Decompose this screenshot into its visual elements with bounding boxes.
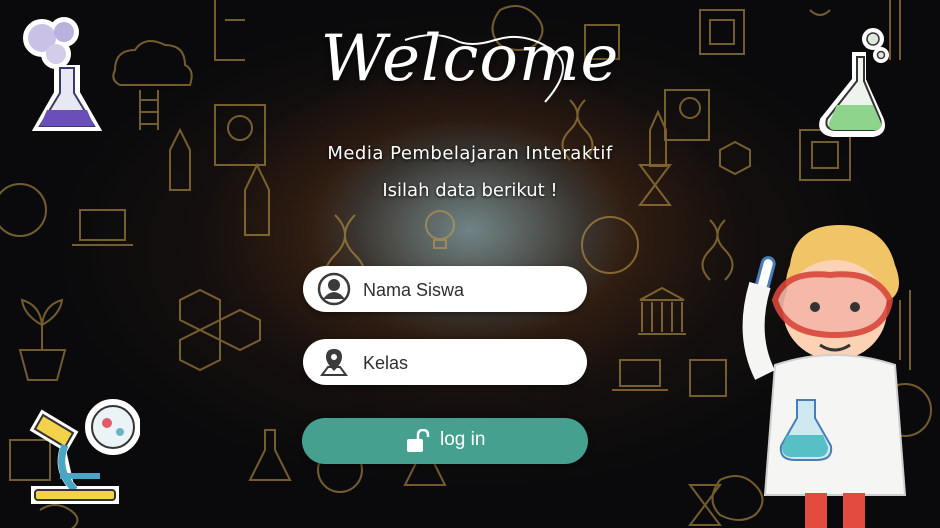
scientist-kid-cartoon [742,225,907,528]
form-instruction: Isilah data berikut ! [382,180,558,201]
student-name-field[interactable] [303,266,587,312]
login-screen: Welcome Media Pembelajaran Interaktif Is… [0,0,940,528]
welcome-title: Welcome [320,22,620,96]
class-field[interactable] [303,339,587,385]
login-button[interactable]: log in [302,418,588,464]
login-label: log in [440,429,486,450]
user-icon [317,272,351,306]
class-input[interactable] [361,347,575,379]
location-pin-icon [320,349,348,376]
unlock-icon [407,429,430,452]
student-name-input[interactable] [361,274,575,306]
microscope-sticker [29,399,140,504]
page-subtitle: Media Pembelajaran Interaktif [327,143,613,164]
